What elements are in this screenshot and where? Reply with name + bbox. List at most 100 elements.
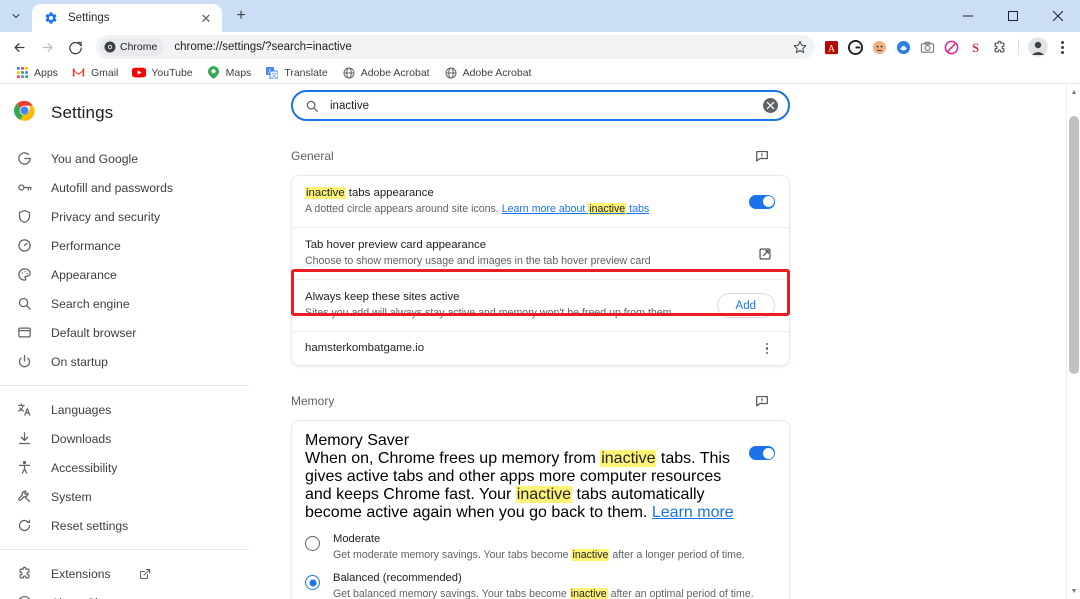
memory-option-balanced[interactable]: Balanced (recommended) Get balanced memo… xyxy=(292,567,789,599)
grammarly-extension-icon[interactable] xyxy=(845,37,865,57)
google-g-icon xyxy=(16,150,33,167)
adblock-extension-icon[interactable] xyxy=(941,37,961,57)
shield-icon xyxy=(16,208,33,225)
bookmark-maps[interactable]: Maps xyxy=(200,63,259,83)
sidebar-item-label: Reset settings xyxy=(51,519,128,533)
maximize-button[interactable] xyxy=(990,0,1035,32)
sidebar-item-about-chrome[interactable]: About Chrome xyxy=(0,588,265,599)
sidebar-item-label: System xyxy=(51,490,92,504)
sidebar-divider xyxy=(0,385,249,386)
svg-text:A: A xyxy=(828,44,835,54)
inactive-tabs-appearance-row[interactable]: inactive tabs appearance A dotted circle… xyxy=(292,176,789,227)
option-description: Get balanced memory savings. Your tabs b… xyxy=(333,587,754,599)
row-description: A dotted circle appears around site icon… xyxy=(305,202,737,217)
external-link-icon[interactable] xyxy=(755,244,775,264)
search-input[interactable]: inactive xyxy=(330,100,763,112)
sidebar-item-search-engine[interactable]: Search engine xyxy=(0,289,265,318)
toolbar-divider xyxy=(1018,39,1019,55)
reload-button[interactable] xyxy=(62,34,88,60)
memory-option-moderate[interactable]: Moderate Get moderate memory savings. Yo… xyxy=(292,528,789,567)
site-entry-row[interactable]: hamsterkombatgame.io xyxy=(292,331,789,365)
sidebar-item-on-startup[interactable]: On startup xyxy=(0,347,265,376)
more-vertical-icon[interactable] xyxy=(759,341,775,357)
url-text: chrome://settings/?search=inactive xyxy=(174,41,351,53)
inactive-tabs-toggle[interactable] xyxy=(749,195,775,209)
add-site-button[interactable]: Add xyxy=(717,293,775,318)
bookmark-youtube[interactable]: YouTube xyxy=(125,63,199,83)
onedrive-extension-icon[interactable] xyxy=(893,37,913,57)
forward-button[interactable] xyxy=(34,34,60,60)
close-icon[interactable]: ✕ xyxy=(198,10,214,26)
scrollbar-thumb[interactable] xyxy=(1069,116,1079,374)
bookmark-adobe-acrobat-1[interactable]: Adobe Acrobat xyxy=(335,63,437,83)
scroll-up-arrow-icon[interactable]: ▲ xyxy=(1067,84,1080,100)
tab-hover-preview-row[interactable]: Tab hover preview card appearance Choose… xyxy=(292,227,789,279)
address-bar[interactable]: Chrome chrome://settings/?search=inactiv… xyxy=(96,35,815,59)
section-header-memory: Memory xyxy=(291,391,790,411)
gmail-icon xyxy=(72,66,86,80)
learn-more-memory-saver-link[interactable]: Learn more xyxy=(652,504,734,521)
sidebar-item-appearance[interactable]: Appearance xyxy=(0,260,265,289)
tab-search-icon[interactable] xyxy=(2,2,30,30)
settings-sidebar: Settings You and Google Autofill and pas… xyxy=(0,84,265,599)
sidebar-item-you-and-google[interactable]: You and Google xyxy=(0,144,265,173)
row-title: Always keep these sites active xyxy=(305,290,705,305)
sidebar-item-accessibility[interactable]: Accessibility xyxy=(0,453,265,482)
external-link-icon xyxy=(139,568,151,580)
learn-more-inactive-tabs-link[interactable]: Learn more about inactive tabs xyxy=(502,203,649,215)
sidebar-item-downloads[interactable]: Downloads xyxy=(0,424,265,453)
scroll-down-arrow-icon[interactable]: ▼ xyxy=(1067,583,1080,599)
page-scrollbar[interactable]: ▲ ▼ xyxy=(1066,84,1080,599)
close-button[interactable] xyxy=(1035,0,1080,32)
clear-search-icon[interactable] xyxy=(763,98,778,113)
bookmark-adobe-acrobat-2[interactable]: Adobe Acrobat xyxy=(437,63,539,83)
sidebar-item-reset-settings[interactable]: Reset settings xyxy=(0,511,265,540)
bookmark-star-icon[interactable] xyxy=(789,36,811,58)
section-title: Memory xyxy=(291,394,334,408)
sidebar-item-label: About Chrome xyxy=(51,596,130,599)
bookmark-label: Gmail xyxy=(91,67,118,79)
memory-saver-toggle[interactable] xyxy=(749,446,775,460)
chrome-menu-icon[interactable] xyxy=(1052,37,1072,57)
browser-window: Settings ✕ + xyxy=(0,0,1080,599)
avatar-extension-icon[interactable] xyxy=(869,37,889,57)
chip-label: Chrome xyxy=(120,41,157,53)
sidebar-item-system[interactable]: System xyxy=(0,482,265,511)
power-icon xyxy=(16,353,33,370)
sidebar-item-label: Performance xyxy=(51,239,121,253)
sidebar-item-privacy-and-security[interactable]: Privacy and security xyxy=(0,202,265,231)
sidebar-item-languages[interactable]: Languages xyxy=(0,395,265,424)
send-feedback-icon[interactable] xyxy=(752,146,772,166)
sidebar-item-label: You and Google xyxy=(51,152,138,166)
browser-tab[interactable]: Settings ✕ xyxy=(32,4,222,32)
sidebar-item-default-browser[interactable]: Default browser xyxy=(0,318,265,347)
sidebar-item-extensions[interactable]: Extensions xyxy=(0,559,265,588)
radio-button[interactable] xyxy=(305,575,320,590)
bookmark-translate[interactable]: A文 Translate xyxy=(258,63,334,83)
extension-icons: A S xyxy=(821,37,1074,57)
highlight-inactive: inactive xyxy=(570,588,608,599)
general-card: inactive tabs appearance A dotted circle… xyxy=(291,175,790,366)
sidebar-item-performance[interactable]: Performance xyxy=(0,231,265,260)
radio-button[interactable] xyxy=(305,536,320,551)
sidebar-item-label: Privacy and security xyxy=(51,210,160,224)
bookmark-gmail[interactable]: Gmail xyxy=(65,63,125,83)
extensions-puzzle-icon[interactable] xyxy=(989,37,1009,57)
adobe-acrobat-extension-icon[interactable]: A xyxy=(821,37,841,57)
browser-toolbar: Chrome chrome://settings/?search=inactiv… xyxy=(0,32,1080,62)
search-settings-box[interactable]: inactive xyxy=(291,90,790,121)
send-feedback-icon[interactable] xyxy=(752,391,772,411)
always-keep-sites-active-row[interactable]: Always keep these sites active Sites you… xyxy=(292,279,789,331)
reset-icon xyxy=(16,517,33,534)
sidebar-item-autofill-and-passwords[interactable]: Autofill and passwords xyxy=(0,173,265,202)
tab-title: Settings xyxy=(68,12,198,24)
save-to-extension-icon[interactable]: S xyxy=(965,37,985,57)
memory-saver-row[interactable]: Memory Saver When on, Chrome frees up me… xyxy=(292,421,789,528)
profile-avatar[interactable] xyxy=(1028,37,1048,57)
bookmark-apps[interactable]: Apps xyxy=(8,63,65,83)
screenshot-extension-icon[interactable] xyxy=(917,37,937,57)
back-button[interactable] xyxy=(6,34,32,60)
minimize-button[interactable] xyxy=(945,0,990,32)
search-icon xyxy=(305,99,319,113)
new-tab-button[interactable]: + xyxy=(228,3,254,29)
